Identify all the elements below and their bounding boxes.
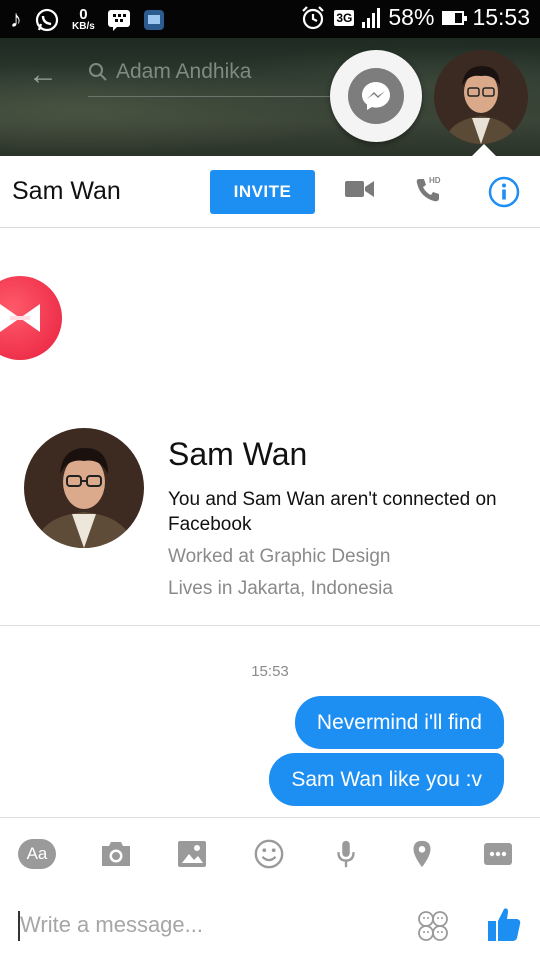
video-call-icon[interactable] [345, 178, 375, 200]
chat-head-background: ← Adam Andhika [0, 38, 540, 156]
messenger-logo-icon [348, 68, 404, 124]
conversation-card: Sam Wan INVITE HD Sam Wan You and Sam Wa… [0, 156, 540, 960]
gallery-icon[interactable] [173, 838, 211, 870]
zoom-app-floating-icon[interactable] [0, 276, 62, 360]
contact-chat-head-avatar[interactable] [434, 50, 528, 144]
network-speed-unit: KB/s [72, 21, 95, 32]
bbm-icon [107, 10, 130, 31]
back-arrow-icon[interactable]: ← [28, 58, 58, 92]
hd-label: HD [429, 176, 441, 185]
network-speed: 0 KB/s [72, 6, 95, 32]
profile-location: Lives in Jakarta, Indonesia [168, 578, 393, 599]
conversation-title: Sam Wan [12, 177, 121, 205]
divider [0, 625, 540, 626]
profile-work: Worked at Graphic Design [168, 546, 391, 567]
like-thumbs-up-icon[interactable] [486, 905, 522, 943]
message-input[interactable] [20, 907, 400, 943]
message-timestamp: 15:53 [251, 663, 289, 680]
conversation-toolbar: Sam Wan INVITE HD [0, 156, 540, 228]
microphone-icon[interactable] [327, 838, 365, 870]
sent-message-bubble[interactable]: Sam Wan like you :v [269, 753, 504, 806]
search-bar[interactable]: Adam Andhika [88, 60, 251, 84]
search-placeholder: Adam Andhika [116, 60, 252, 83]
network-speed-value: 0 [79, 6, 88, 23]
camera-icon[interactable] [97, 838, 135, 870]
clock: 15:53 [472, 4, 530, 30]
search-underline [88, 96, 338, 97]
aa-icon: Aa [18, 839, 56, 869]
profile-avatar[interactable] [24, 428, 144, 548]
status-bar-left: ♪ 0 KB/s [10, 6, 165, 34]
signal-strength-icon [362, 7, 381, 28]
hd-voice-call-icon[interactable]: HD [414, 176, 448, 206]
chat-head-pointer [472, 144, 496, 156]
text-style-button[interactable]: Aa [18, 838, 56, 870]
sent-message-bubble[interactable]: Nevermind i'll find [294, 696, 504, 749]
gallery-app-icon [143, 10, 164, 30]
invite-button[interactable]: INVITE [210, 170, 315, 214]
network-type-badge: 3G [334, 9, 355, 26]
battery-icon [442, 10, 468, 25]
emoji-icon[interactable] [250, 838, 288, 870]
status-bar: ♪ 0 KB/s 3G 58% 15:53 [0, 0, 540, 38]
search-icon [89, 63, 107, 81]
music-note-icon: ♪ [10, 6, 22, 33]
battery-percent: 58% [388, 4, 435, 30]
connection-note: You and Sam Wan aren't connected on Face… [168, 489, 497, 535]
whatsapp-icon [35, 8, 59, 32]
status-bar-right: 3G 58% 15:53 [300, 4, 530, 31]
stickers-icon[interactable] [416, 909, 450, 943]
info-icon[interactable] [488, 176, 520, 208]
alarm-icon [302, 5, 325, 29]
messenger-chat-head-button[interactable] [330, 50, 422, 142]
profile-name: Sam Wan [168, 436, 308, 472]
composer-input-row [0, 887, 540, 960]
more-options-icon[interactable] [479, 838, 517, 870]
composer-toolbar: Aa [0, 817, 540, 887]
location-pin-icon[interactable] [403, 838, 441, 870]
